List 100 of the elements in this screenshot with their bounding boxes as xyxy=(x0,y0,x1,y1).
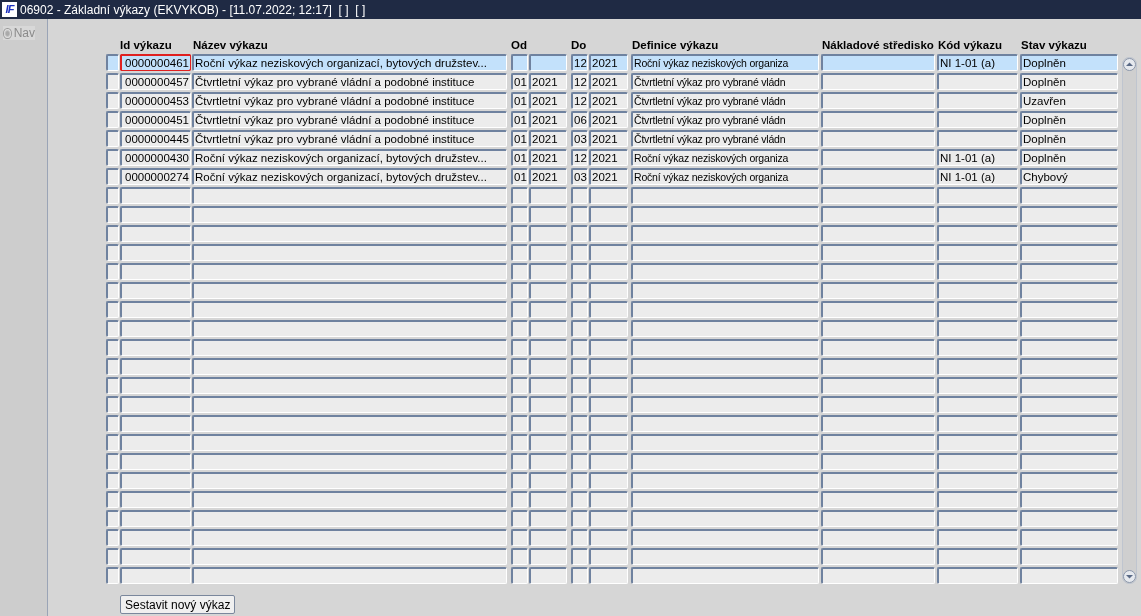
table-cell[interactable]: NI 1-01 (a) xyxy=(937,149,1018,166)
table-cell[interactable] xyxy=(571,434,588,451)
table-cell[interactable] xyxy=(631,491,819,508)
table-cell[interactable] xyxy=(511,301,528,318)
table-cell[interactable] xyxy=(571,472,588,489)
table-cell[interactable]: Čtvrtletní výkaz pro vybrané vládní a podobné instituce xyxy=(192,130,507,147)
table-cell[interactable] xyxy=(937,263,1018,280)
table-cell[interactable] xyxy=(589,263,628,280)
table-cell[interactable] xyxy=(192,396,507,413)
table-cell[interactable]: 0000000430 xyxy=(120,149,191,166)
table-cell[interactable] xyxy=(821,453,935,470)
table-cell[interactable]: 01 xyxy=(511,111,528,128)
row-selector[interactable] xyxy=(106,434,119,451)
table-cell[interactable]: 2021 xyxy=(589,149,628,166)
table-cell[interactable] xyxy=(511,244,528,261)
row-selector[interactable] xyxy=(106,472,119,489)
table-cell[interactable]: 12 xyxy=(571,92,588,109)
table-cell[interactable] xyxy=(937,130,1018,147)
table-cell[interactable]: 0000000445 xyxy=(120,130,191,147)
table-cell[interactable] xyxy=(571,187,588,204)
table-cell[interactable] xyxy=(631,548,819,565)
scrollbar[interactable] xyxy=(1122,57,1137,584)
table-cell[interactable] xyxy=(571,263,588,280)
table-cell[interactable] xyxy=(529,548,567,565)
row-selector[interactable] xyxy=(106,73,119,90)
table-cell[interactable] xyxy=(631,415,819,432)
table-cell[interactable] xyxy=(937,415,1018,432)
table-cell[interactable] xyxy=(937,92,1018,109)
table-cell[interactable] xyxy=(120,282,191,299)
table-cell[interactable] xyxy=(571,282,588,299)
table-cell[interactable] xyxy=(192,282,507,299)
table-cell[interactable] xyxy=(511,187,528,204)
table-cell[interactable]: 2021 xyxy=(529,130,567,147)
table-cell[interactable] xyxy=(529,491,567,508)
table-cell[interactable] xyxy=(631,377,819,394)
table-cell[interactable] xyxy=(571,377,588,394)
table-cell[interactable] xyxy=(529,206,567,223)
table-cell[interactable] xyxy=(192,491,507,508)
table-cell[interactable] xyxy=(937,73,1018,90)
table-cell[interactable] xyxy=(589,301,628,318)
table-cell[interactable] xyxy=(192,472,507,489)
table-cell[interactable] xyxy=(1020,358,1118,375)
table-cell[interactable] xyxy=(1020,244,1118,261)
table-cell[interactable]: Doplněn xyxy=(1020,54,1118,71)
row-selector[interactable] xyxy=(106,206,119,223)
table-cell[interactable] xyxy=(937,358,1018,375)
table-cell[interactable] xyxy=(1020,491,1118,508)
table-cell[interactable] xyxy=(529,377,567,394)
table-cell[interactable]: 0000000461 xyxy=(120,54,191,71)
table-cell[interactable]: 01 xyxy=(511,73,528,90)
row-selector[interactable] xyxy=(106,339,119,356)
table-cell[interactable] xyxy=(821,206,935,223)
table-cell[interactable] xyxy=(589,320,628,337)
table-cell[interactable] xyxy=(571,225,588,242)
table-cell[interactable] xyxy=(529,472,567,489)
table-cell[interactable] xyxy=(589,225,628,242)
row-selector[interactable] xyxy=(106,187,119,204)
table-cell[interactable] xyxy=(192,244,507,261)
table-cell[interactable] xyxy=(529,244,567,261)
table-cell[interactable] xyxy=(1020,396,1118,413)
table-cell[interactable] xyxy=(1020,320,1118,337)
table-cell[interactable] xyxy=(937,377,1018,394)
table-cell[interactable]: 01 xyxy=(511,92,528,109)
table-cell[interactable] xyxy=(571,301,588,318)
table-cell[interactable] xyxy=(192,567,507,584)
table-cell[interactable] xyxy=(631,187,819,204)
table-cell[interactable] xyxy=(120,548,191,565)
table-cell[interactable]: 03 xyxy=(571,168,588,185)
table-cell[interactable]: Roční výkaz neziskových organizací, bytových družstev... xyxy=(192,54,507,71)
table-cell[interactable]: Čtvrtletní výkaz pro vybrané vládn xyxy=(631,111,819,128)
table-cell[interactable] xyxy=(937,301,1018,318)
table-cell[interactable] xyxy=(192,263,507,280)
table-cell[interactable] xyxy=(631,263,819,280)
table-cell[interactable]: Roční výkaz neziskových organizací, bytových družstev... xyxy=(192,168,507,185)
row-selector[interactable] xyxy=(106,548,119,565)
table-cell[interactable] xyxy=(821,434,935,451)
table-cell[interactable] xyxy=(821,339,935,356)
table-cell[interactable] xyxy=(937,225,1018,242)
table-cell[interactable]: Čtvrtletní výkaz pro vybrané vládn xyxy=(631,92,819,109)
table-cell[interactable] xyxy=(571,244,588,261)
table-cell[interactable] xyxy=(589,187,628,204)
table-cell[interactable] xyxy=(192,510,507,527)
table-cell[interactable] xyxy=(1020,567,1118,584)
table-cell[interactable] xyxy=(1020,472,1118,489)
table-cell[interactable] xyxy=(821,149,935,166)
table-cell[interactable] xyxy=(120,472,191,489)
table-cell[interactable] xyxy=(821,396,935,413)
row-selector[interactable] xyxy=(106,396,119,413)
table-cell[interactable]: 2021 xyxy=(529,149,567,166)
row-selector[interactable] xyxy=(106,111,119,128)
table-cell[interactable] xyxy=(937,244,1018,261)
table-cell[interactable] xyxy=(120,244,191,261)
table-cell[interactable]: 2021 xyxy=(589,130,628,147)
table-cell[interactable]: Čtvrtletní výkaz pro vybrané vládn xyxy=(631,73,819,90)
table-cell[interactable] xyxy=(192,453,507,470)
table-cell[interactable] xyxy=(589,529,628,546)
table-cell[interactable] xyxy=(589,510,628,527)
table-cell[interactable] xyxy=(529,54,567,71)
table-cell[interactable]: 01 xyxy=(511,168,528,185)
table-cell[interactable] xyxy=(631,529,819,546)
